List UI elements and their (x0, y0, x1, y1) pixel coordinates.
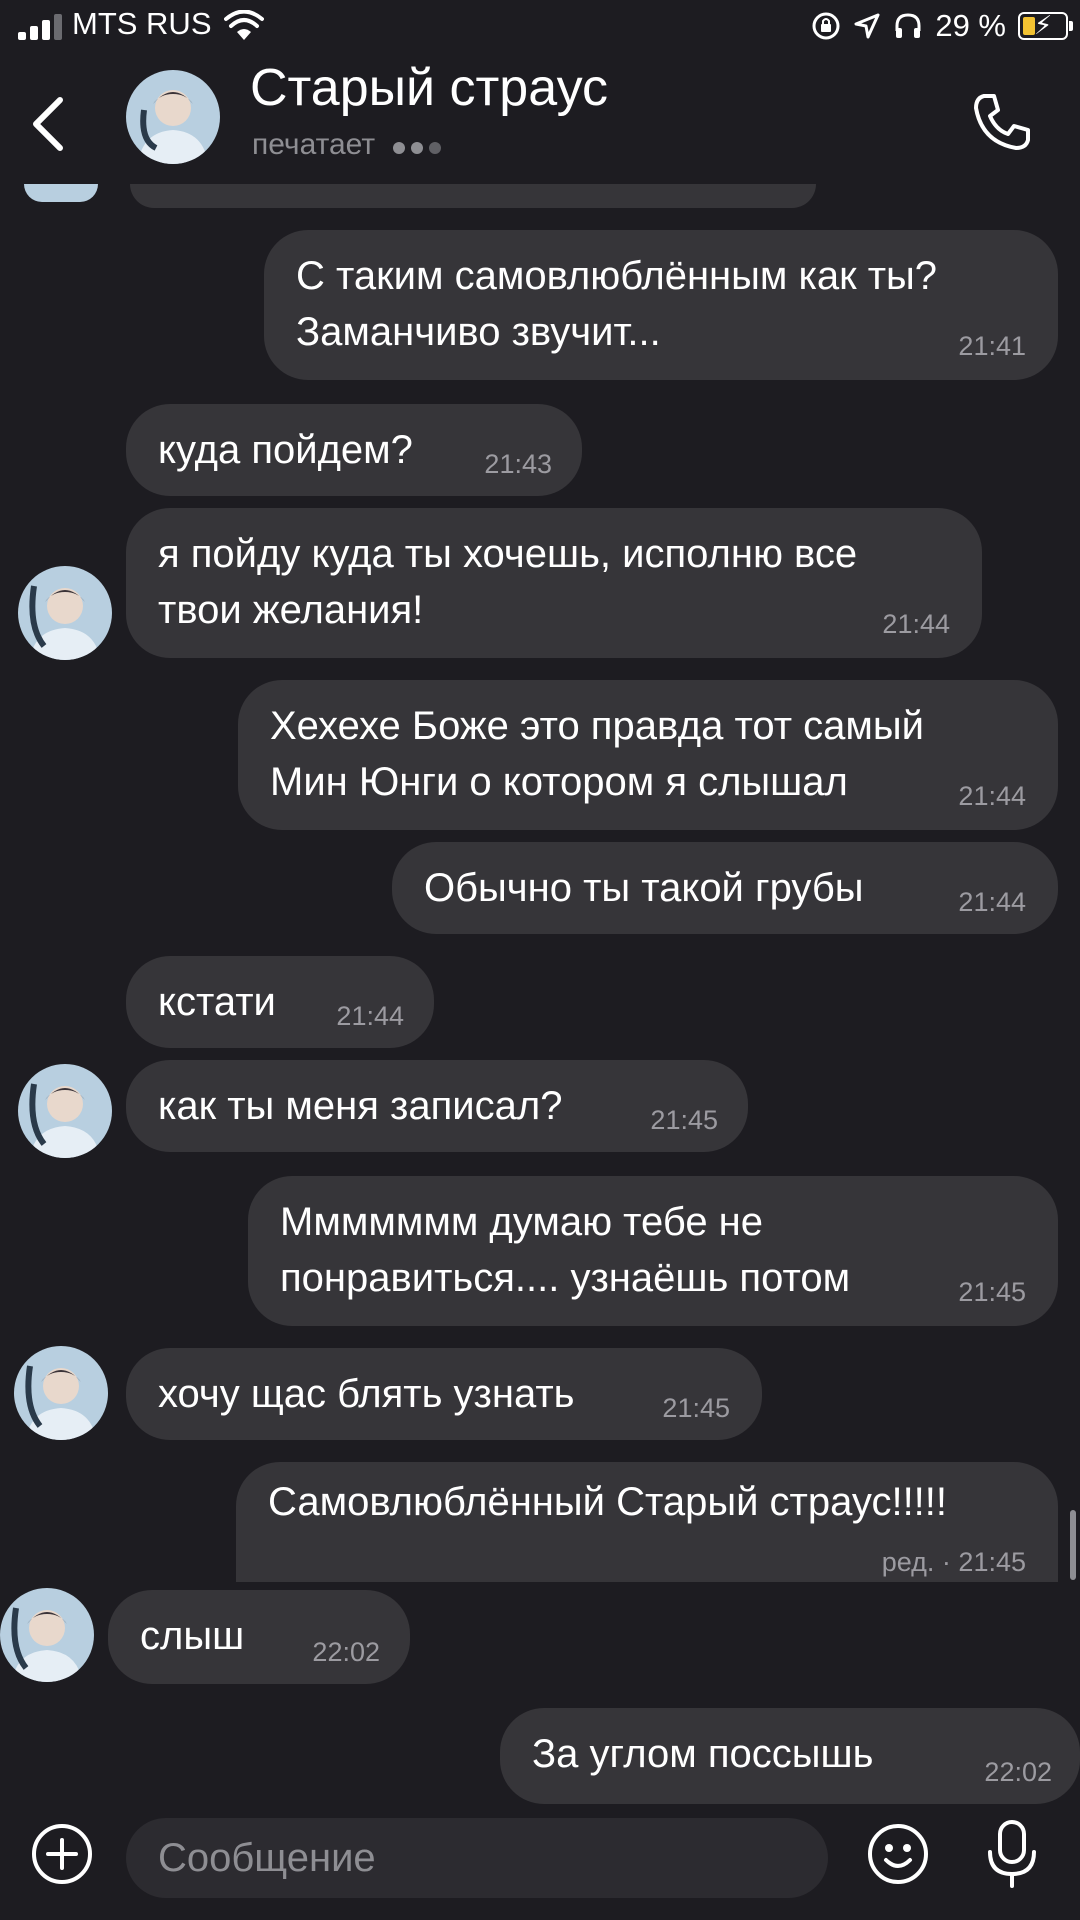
microphone-icon[interactable] (980, 1818, 1044, 1890)
chat-header: Старый страус печатает (0, 54, 1080, 184)
outgoing-message[interactable]: С таким самовлюблённым как ты? Заманчиво… (264, 230, 1058, 380)
message-input[interactable]: Сообщение (126, 1818, 828, 1898)
outgoing-message[interactable]: За углом поссышь 22:02 (500, 1708, 1080, 1804)
outgoing-message[interactable]: Самовлюблённый Старый страус!!!!! ред. · … (236, 1462, 1058, 1582)
incoming-message[interactable]: как ты меня записал? 21:45 (126, 1060, 748, 1152)
incoming-message[interactable]: слыш 22:02 (108, 1590, 410, 1684)
incoming-message[interactable]: я пойду куда ты хочешь, исполню все твои… (126, 508, 982, 658)
back-icon[interactable] (26, 94, 70, 154)
battery-icon: ⚡ (1018, 10, 1073, 40)
location-icon (854, 13, 880, 39)
message-time: ред. · 21:45 (881, 1547, 1026, 1577)
message-text: Ммммммм думаю тебе не понравиться.... уз… (280, 1200, 851, 1300)
message-text: как ты меня записал? (158, 1084, 563, 1128)
sender-avatar[interactable] (14, 1346, 108, 1440)
message-text: кстати (158, 980, 276, 1024)
incoming-message[interactable]: хочу щас блять узнать 21:45 (126, 1348, 762, 1440)
message-time: 21:41 (958, 331, 1026, 361)
incoming-message[interactable]: кстати 21:44 (126, 956, 434, 1048)
scrollbar[interactable] (1070, 1510, 1076, 1580)
status-bar: MTS RUS 29 % ⚡ (0, 0, 1080, 54)
avatar[interactable] (126, 70, 220, 164)
message-time: 21:44 (958, 887, 1026, 917)
message-time: 21:44 (958, 781, 1026, 811)
outgoing-message[interactable]: Обычно ты такой грубы 21:44 (392, 842, 1058, 934)
carrier-label: MTS RUS (72, 6, 212, 41)
typing-status: печатает (252, 128, 447, 162)
message-text: Самовлюблённый Старый страус!!!!! (268, 1480, 948, 1524)
orientation-lock-icon (812, 12, 840, 40)
attach-plus-icon[interactable] (30, 1822, 94, 1886)
headphones-icon (895, 13, 921, 38)
message-time: 21:45 (650, 1105, 718, 1135)
typing-label: печатает (252, 128, 376, 161)
chat-title: Старый страус (250, 59, 608, 117)
input-bar: Сообщение (0, 1800, 1080, 1920)
message-text: С таким самовлюблённым как ты? Заманчиво… (296, 254, 938, 354)
message-placeholder: Сообщение (158, 1836, 376, 1880)
message-time: 21:43 (484, 449, 552, 479)
outgoing-message[interactable]: Ммммммм думаю тебе не понравиться.... уз… (248, 1176, 1058, 1326)
message-text: слыш (140, 1614, 245, 1658)
message-text: За углом поссышь (532, 1732, 874, 1776)
message-time: 21:45 (662, 1393, 730, 1423)
sender-avatar[interactable] (18, 566, 112, 660)
message-time: 22:02 (984, 1757, 1052, 1787)
phone-icon[interactable] (970, 90, 1034, 154)
previous-bubble-edge (130, 184, 816, 208)
previous-avatar-edge (24, 184, 98, 202)
message-text: Обычно ты такой грубы (424, 866, 864, 910)
message-time: 21:44 (882, 609, 950, 639)
status-right: 29 % ⚡ (811, 6, 1073, 46)
message-text: Хехехе Боже это правда тот самый Мин Юнг… (270, 704, 924, 804)
emoji-icon[interactable] (866, 1822, 930, 1886)
wifi-icon (224, 10, 264, 40)
signal-icon (18, 14, 64, 40)
message-text: хочу щас блять узнать (158, 1372, 575, 1416)
message-text: я пойду куда ты хочешь, исполню все твои… (158, 532, 858, 632)
outgoing-message[interactable]: Хехехе Боже это правда тот самый Мин Юнг… (238, 680, 1058, 830)
incoming-message[interactable]: куда пойдем? 21:43 (126, 404, 582, 496)
sender-avatar[interactable] (0, 1588, 94, 1682)
message-time: 22:02 (312, 1637, 380, 1667)
sender-avatar[interactable] (18, 1064, 112, 1158)
battery-percent: 29 % (935, 8, 1006, 43)
message-text: куда пойдем? (158, 428, 413, 472)
message-time: 21:44 (336, 1001, 404, 1031)
message-time: 21:45 (958, 1277, 1026, 1307)
typing-dots-icon (393, 128, 447, 162)
